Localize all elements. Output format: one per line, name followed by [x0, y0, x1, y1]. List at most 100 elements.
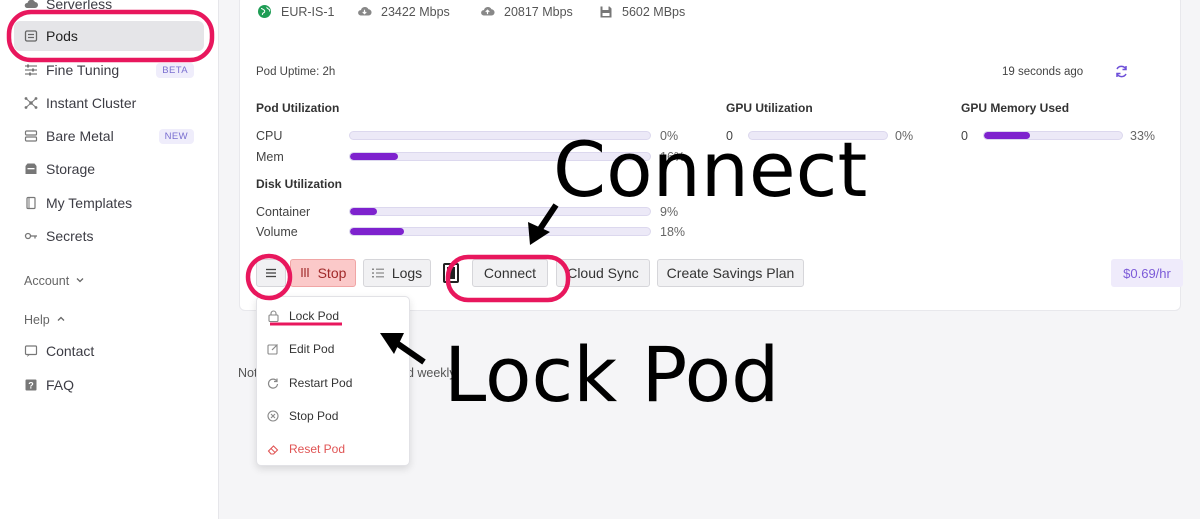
- sidebar-item-fine-tuning[interactable]: Fine Tuning BETA: [14, 55, 204, 85]
- sidebar-item-bare-metal[interactable]: Bare Metal NEW: [14, 121, 204, 151]
- region-stat: EUR-IS-1: [257, 4, 334, 19]
- edit-icon: [267, 343, 279, 355]
- sidebar-item-serverless[interactable]: Serverless: [14, 0, 204, 19]
- save-icon: [598, 4, 613, 19]
- container-label: Container: [256, 205, 311, 219]
- sidebar: Serverless Pods Fine Tuning BETA Instant…: [0, 0, 219, 519]
- savings-label: Create Savings Plan: [666, 265, 795, 281]
- lock-icon: [267, 310, 279, 322]
- list-icon: [371, 265, 384, 281]
- gpu-memory-heading: GPU Memory Used: [961, 101, 1070, 115]
- disk-speed: 5602 MBps: [622, 4, 686, 19]
- gpu-utilization-heading: GPU Utilization: [726, 101, 813, 115]
- sidebar-item-label: Secrets: [46, 228, 94, 244]
- container-bar-fill: [350, 208, 377, 215]
- sidebar-item-my-templates[interactable]: My Templates: [14, 188, 204, 218]
- disk-stat: 5602 MBps: [598, 4, 685, 19]
- eraser-icon: [267, 443, 279, 455]
- cloud-upload-icon: [480, 4, 495, 19]
- account-section-toggle[interactable]: Account: [24, 274, 85, 288]
- stop-label: Stop: [317, 265, 347, 281]
- key-icon: [24, 229, 38, 243]
- terminal-icon: [443, 263, 459, 288]
- beta-badge: BETA: [156, 62, 194, 78]
- download-stat: 23422 Mbps: [357, 4, 450, 19]
- sidebar-item-label: Serverless: [46, 0, 113, 12]
- cpu-label: CPU: [256, 129, 283, 143]
- sidebar-item-label: Fine Tuning: [46, 62, 120, 78]
- sidebar-item-pods[interactable]: Pods: [14, 21, 204, 51]
- region-label: EUR-IS-1: [281, 4, 335, 19]
- menu-item-label: Stop Pod: [289, 409, 339, 423]
- menu-item-lock-pod[interactable]: Lock Pod: [267, 306, 339, 326]
- server-icon: [24, 129, 38, 143]
- pod-utilization-heading: Pod Utilization: [256, 101, 340, 115]
- chat-icon: [24, 344, 38, 358]
- new-badge: NEW: [158, 128, 194, 144]
- sidebar-item-faq[interactable]: ? FAQ: [14, 370, 204, 400]
- upload-stat: 20817 Mbps: [480, 4, 573, 19]
- mem-bar-fill: [350, 153, 398, 160]
- sidebar-item-label: My Templates: [46, 195, 133, 211]
- menu-item-label: Reset Pod: [289, 442, 346, 456]
- menu-item-reset-pod[interactable]: Reset Pod: [267, 439, 345, 459]
- question-icon: ?: [24, 378, 38, 392]
- pod-actions-menu: Lock Pod Edit Pod Restart Pod Stop Pod R…: [256, 296, 410, 466]
- gpu-util-value: 0%: [895, 129, 914, 143]
- chevron-down-icon: [75, 274, 85, 288]
- cluster-icon: [24, 96, 38, 110]
- help-label: Help: [24, 313, 50, 327]
- download-speed: 23422 Mbps: [381, 4, 450, 19]
- account-label: Account: [24, 274, 70, 288]
- sidebar-item-label: Storage: [46, 161, 96, 177]
- restart-icon: [267, 377, 279, 389]
- hamburger-icon: [265, 265, 277, 281]
- last-updated: 19 seconds ago: [1002, 66, 1084, 78]
- gpu-mem-index: 0: [961, 129, 968, 143]
- volume-bar: [349, 227, 651, 236]
- stop-button[interactable]: Stop: [290, 259, 356, 287]
- svg-text:?: ?: [28, 381, 34, 391]
- menu-button[interactable]: [256, 259, 286, 287]
- pod-uptime: Pod Uptime: 2h: [256, 66, 336, 78]
- logs-label: Logs: [391, 265, 423, 281]
- pod-icon: [24, 29, 38, 43]
- sidebar-item-storage[interactable]: Storage: [14, 154, 204, 184]
- sidebar-item-label: Pods: [46, 28, 78, 44]
- connect-label: Connect: [483, 265, 537, 281]
- menu-item-label: Restart Pod: [289, 376, 353, 390]
- sidebar-item-secrets[interactable]: Secrets: [14, 221, 204, 251]
- app-root: Serverless Pods Fine Tuning BETA Instant…: [0, 0, 1200, 519]
- volume-label: Volume: [256, 225, 298, 239]
- sidebar-item-label: Bare Metal: [46, 128, 114, 144]
- template-icon: [24, 196, 38, 210]
- gpu-mem-bar-fill: [984, 132, 1030, 139]
- sliders-icon: [24, 63, 38, 77]
- upload-speed: 20817 Mbps: [504, 4, 573, 19]
- menu-item-stop-pod[interactable]: Stop Pod: [267, 406, 338, 426]
- stop-circle-icon: [267, 410, 279, 422]
- help-section-toggle[interactable]: Help: [24, 313, 66, 327]
- sidebar-item-label: Contact: [46, 343, 95, 359]
- create-savings-plan-button[interactable]: Create Savings Plan: [657, 259, 804, 287]
- menu-item-label: Edit Pod: [289, 342, 335, 356]
- volume-value: 18%: [660, 225, 686, 239]
- pause-icon: [300, 265, 310, 281]
- refresh-icon[interactable]: [1114, 64, 1129, 84]
- menu-item-edit-pod[interactable]: Edit Pod: [267, 339, 334, 359]
- sidebar-item-instant-cluster[interactable]: Instant Cluster: [14, 88, 204, 118]
- main-content: EUR-IS-1 23422 Mbps 20817 Mbps 5602 MBps…: [219, 0, 1200, 519]
- disk-utilization-heading: Disk Utilization: [256, 177, 343, 191]
- logs-button[interactable]: Logs: [363, 259, 431, 287]
- sidebar-item-contact[interactable]: Contact: [14, 336, 204, 366]
- connect-button[interactable]: Connect: [472, 259, 548, 287]
- cloud-icon: [24, 0, 38, 11]
- price-badge: $0.69/hr: [1111, 259, 1183, 287]
- lock-pod-annotation-text: Lock Pod: [444, 330, 780, 419]
- menu-item-restart-pod[interactable]: Restart Pod: [267, 373, 352, 393]
- cloud-sync-label: Cloud Sync: [567, 265, 639, 281]
- storage-icon: [24, 162, 38, 176]
- cloud-sync-button[interactable]: Cloud Sync: [556, 259, 650, 287]
- volume-bar-fill: [350, 228, 404, 235]
- connect-annotation-text: Connect: [553, 125, 868, 214]
